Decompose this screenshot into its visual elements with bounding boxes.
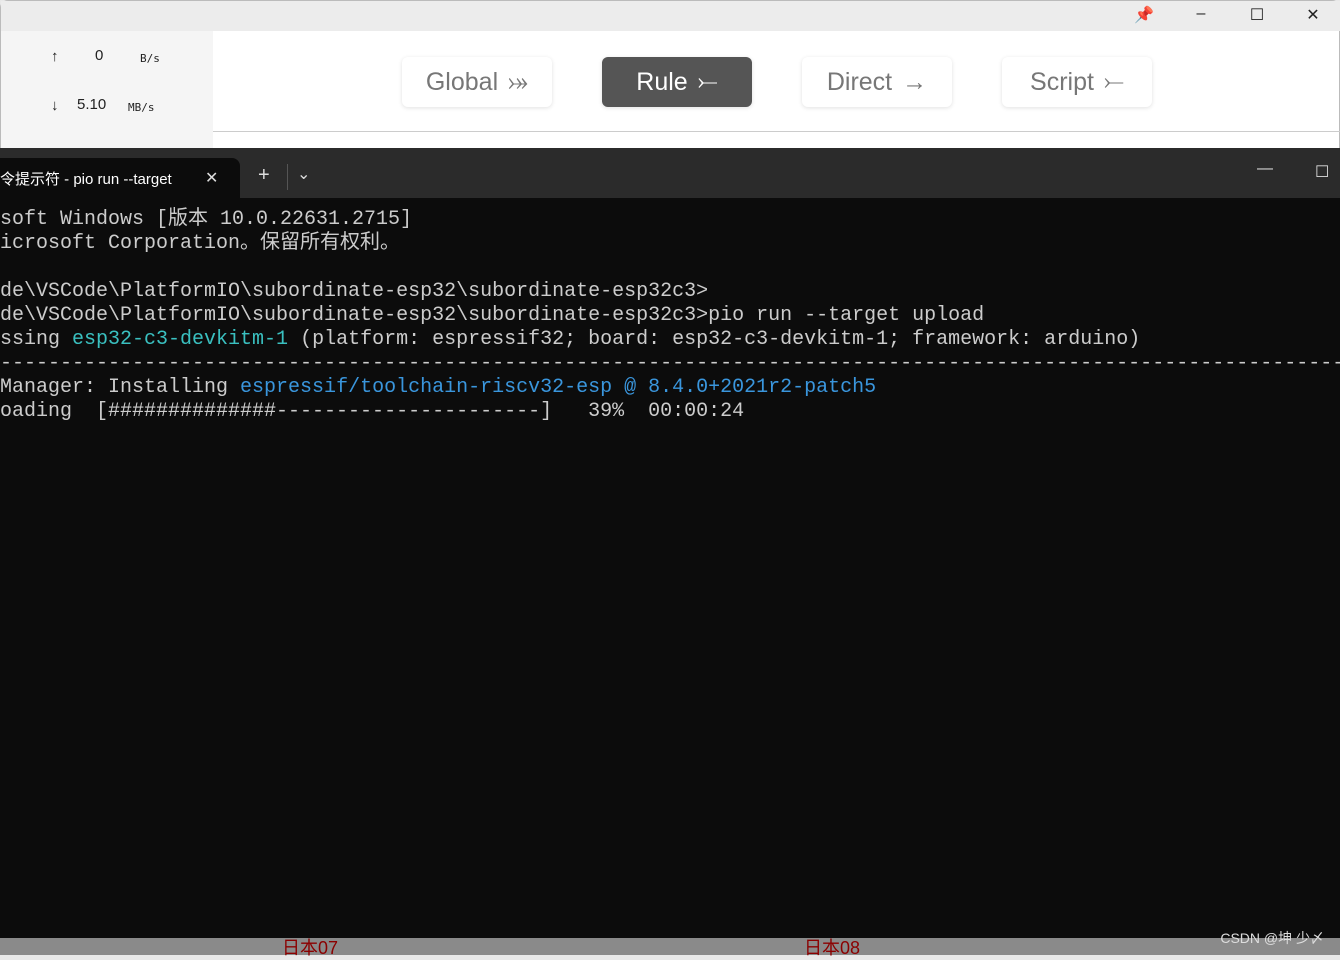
mode-direct-button[interactable]: Direct → <box>802 57 952 107</box>
divider <box>213 131 1340 132</box>
split-icon: ⤚ <box>697 67 718 96</box>
divider <box>287 164 288 190</box>
maximize-button[interactable]: ☐ <box>1315 162 1329 182</box>
mode-rule-button[interactable]: Rule ⤚ <box>602 57 752 107</box>
pin-icon[interactable]: 📌 <box>1129 5 1159 25</box>
upload-unit: B/s <box>140 52 160 65</box>
arrow-right-icon: → <box>902 67 928 96</box>
text: Manager: Installing <box>0 376 241 399</box>
mode-label: Direct <box>826 67 893 96</box>
tab-title: 令提示符 - pio run --target <box>0 170 172 188</box>
terminal-tab-bar: 令提示符 - pio run --target ✕ + ⌄ — ☐ <box>0 148 1340 198</box>
output-line: icrosoft Corporation。保留所有权利。 <box>0 232 401 255</box>
new-tab-button[interactable]: + <box>258 164 270 187</box>
title-bar: 📌 – ☐ ✕ <box>1 1 1340 31</box>
output-line: de\VSCode\PlatformIO\subordinate-esp32\s… <box>0 280 709 303</box>
background-window-bottom <box>0 938 1340 955</box>
clash-window: 📌 – ☐ ✕ ↑ 0 B/s ↓ 5.10 MB/s Global ⤖ Rule… <box>0 0 1340 151</box>
mode-label: Global <box>425 67 499 96</box>
download-arrow-icon: ↓ <box>51 97 59 114</box>
mode-script-button[interactable]: Script ⤚ <box>1002 57 1152 107</box>
text: (platform: espressif32; board: esp32-c3-… <box>288 328 1141 351</box>
split-icon: ⤚ <box>1103 67 1124 96</box>
upload-arrow-icon: ↑ <box>51 48 59 65</box>
download-speed: 5.10 <box>77 96 107 113</box>
proxy-item[interactable]: 日本07 <box>282 934 338 960</box>
speed-panel: ↑ 0 B/s ↓ 5.10 MB/s <box>1 31 213 151</box>
close-button[interactable]: ✕ <box>1298 5 1328 25</box>
upload-speed: 0 <box>95 47 104 64</box>
output-line: ​ <box>0 256 1340 280</box>
terminal-output[interactable]: soft Windows [版本 10.0.22631.2715] icrosof… <box>0 208 1340 424</box>
separator-line: ----------------------------------------… <box>0 352 1340 375</box>
mode-label: Rule <box>636 67 688 96</box>
terminal-window: 令提示符 - pio run --target ✕ + ⌄ — ☐ soft W… <box>0 148 1340 938</box>
close-tab-icon[interactable]: ✕ <box>205 168 218 188</box>
env-name: esp32-c3-devkitm-1 <box>72 328 289 351</box>
watermark: CSDN @坤 少〆 <box>1220 930 1324 946</box>
minimize-button[interactable]: – <box>1186 5 1216 23</box>
proxy-item[interactable]: 日本08 <box>804 934 860 960</box>
progress-line: oading [##############------------------… <box>0 400 745 423</box>
chevron-down-icon[interactable]: ⌄ <box>297 164 310 184</box>
output-line: Manager: Installing espressif/toolchain-… <box>0 376 1340 400</box>
terminal-tab[interactable]: 令提示符 - pio run --target ✕ <box>0 158 240 198</box>
mode-label: Script <box>1030 67 1094 96</box>
download-unit: MB/s <box>128 101 155 114</box>
maximize-button[interactable]: ☐ <box>1242 5 1272 25</box>
shuffle-icon: ⤖ <box>508 67 529 96</box>
output-line: ssing esp32-c3-devkitm-1 (platform: espr… <box>0 328 1340 352</box>
output-line: soft Windows [版本 10.0.22631.2715] <box>0 208 413 231</box>
mode-global-button[interactable]: Global ⤖ <box>402 57 552 107</box>
text: ssing <box>0 328 73 351</box>
minimize-button[interactable]: — <box>1257 160 1273 178</box>
output-line: de\VSCode\PlatformIO\subordinate-esp32\s… <box>0 304 985 327</box>
package-name: espressif/toolchain-riscv32-esp @ 8.4.0+… <box>240 376 877 399</box>
